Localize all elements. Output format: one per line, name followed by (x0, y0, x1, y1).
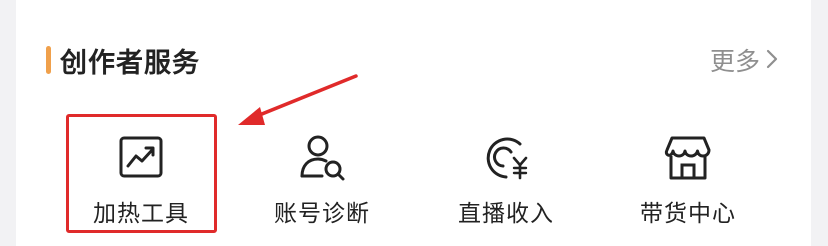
more-link[interactable]: 更多 (710, 42, 778, 78)
shop-icon (662, 132, 714, 184)
tool-label: 账号诊断 (274, 201, 370, 227)
tool-label: 直播收入 (458, 201, 554, 227)
title-accent-bar (46, 46, 51, 74)
tools-grid: 加热工具 账号诊断 直播收入 带货中心 (0, 112, 828, 238)
section-header: 创作者服务 (32, 42, 200, 79)
annotation-arrow-icon (230, 70, 360, 134)
more-label: 更多 (709, 47, 760, 76)
chevron-right-icon (766, 46, 778, 75)
yuan-income-icon (480, 132, 532, 184)
section-title: 创作者服务 (60, 47, 200, 79)
tool-boost[interactable]: 加热工具 (66, 112, 216, 232)
tool-label: 带货中心 (640, 201, 736, 227)
user-search-icon (296, 132, 348, 184)
tool-commerce-center[interactable]: 带货中心 (613, 112, 763, 232)
tool-live-income[interactable]: 直播收入 (431, 112, 581, 232)
trend-chart-icon (115, 132, 167, 184)
tool-label: 加热工具 (93, 201, 189, 227)
